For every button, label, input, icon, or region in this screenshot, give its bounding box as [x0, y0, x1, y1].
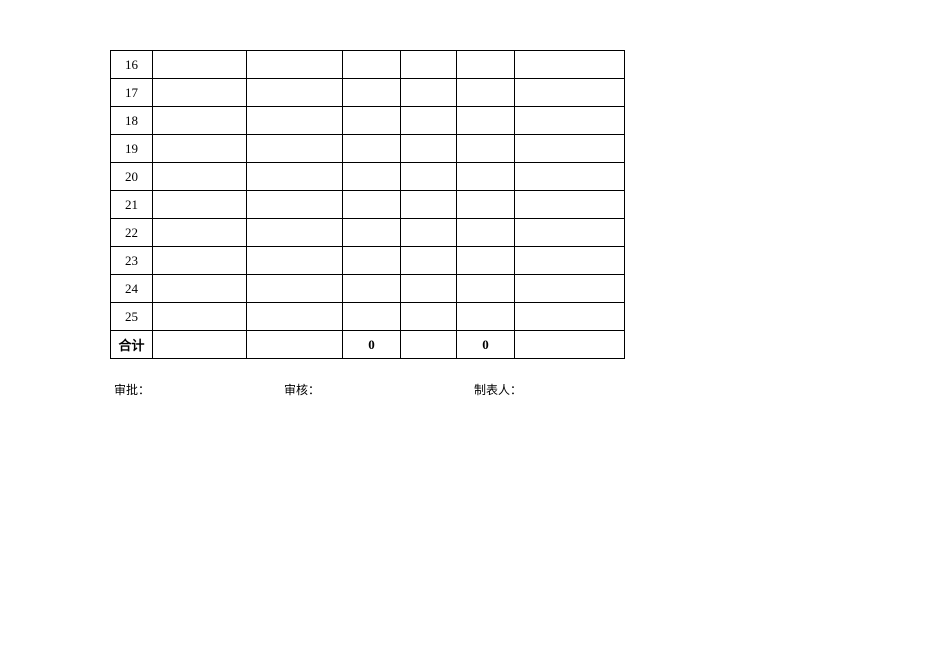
- cell: [247, 163, 343, 191]
- cell: [515, 303, 625, 331]
- signature-preparer-label: 制表人：: [474, 381, 522, 398]
- cell: [247, 107, 343, 135]
- cell: [401, 219, 457, 247]
- table-row: 16: [111, 51, 625, 79]
- cell: [457, 51, 515, 79]
- cell: [343, 303, 401, 331]
- cell: [515, 79, 625, 107]
- cell: [457, 303, 515, 331]
- cell-index: 17: [111, 79, 153, 107]
- cell: [153, 191, 247, 219]
- cell: [247, 79, 343, 107]
- cell: [401, 303, 457, 331]
- cell: [401, 79, 457, 107]
- table-row: 23: [111, 247, 625, 275]
- cell: [343, 163, 401, 191]
- signature-review-label: 审核：: [284, 381, 474, 398]
- cell-index: 22: [111, 219, 153, 247]
- cell: [515, 275, 625, 303]
- cell: [515, 51, 625, 79]
- cell: [247, 135, 343, 163]
- cell-index: 16: [111, 51, 153, 79]
- cell: [343, 107, 401, 135]
- cell: [153, 51, 247, 79]
- cell: [153, 107, 247, 135]
- cell: [457, 219, 515, 247]
- cell: [401, 163, 457, 191]
- table-body: 16 17 18: [111, 51, 625, 359]
- table-row-total: 合计 0 0: [111, 331, 625, 359]
- cell: [515, 219, 625, 247]
- cell: [343, 135, 401, 163]
- cell: [401, 191, 457, 219]
- cell: [457, 247, 515, 275]
- cell: [401, 275, 457, 303]
- total-value: 0: [343, 331, 401, 359]
- table-row: 22: [111, 219, 625, 247]
- cell: [457, 163, 515, 191]
- signature-approve-label: 审批：: [114, 381, 284, 398]
- total-value: 0: [457, 331, 515, 359]
- cell: [401, 331, 457, 359]
- cell: [401, 107, 457, 135]
- cell: [247, 191, 343, 219]
- total-label: 合计: [111, 331, 153, 359]
- cell: [515, 331, 625, 359]
- cell: [247, 51, 343, 79]
- cell: [153, 303, 247, 331]
- table-row: 18: [111, 107, 625, 135]
- cell-index: 19: [111, 135, 153, 163]
- cell: [247, 331, 343, 359]
- cell: [457, 135, 515, 163]
- cell-index: 21: [111, 191, 153, 219]
- table-row: 17: [111, 79, 625, 107]
- cell: [401, 135, 457, 163]
- cell-index: 20: [111, 163, 153, 191]
- cell: [343, 191, 401, 219]
- cell: [153, 331, 247, 359]
- data-table: 16 17 18: [110, 50, 625, 359]
- cell: [343, 247, 401, 275]
- cell: [515, 163, 625, 191]
- cell: [153, 135, 247, 163]
- cell: [153, 275, 247, 303]
- cell-index: 24: [111, 275, 153, 303]
- cell: [457, 191, 515, 219]
- cell: [343, 219, 401, 247]
- cell-index: 25: [111, 303, 153, 331]
- table-row: 21: [111, 191, 625, 219]
- cell: [153, 219, 247, 247]
- cell: [247, 219, 343, 247]
- cell: [343, 51, 401, 79]
- cell: [343, 275, 401, 303]
- table-row: 24: [111, 275, 625, 303]
- cell: [153, 79, 247, 107]
- cell: [457, 79, 515, 107]
- cell-index: 23: [111, 247, 153, 275]
- cell: [153, 247, 247, 275]
- cell: [457, 275, 515, 303]
- cell: [401, 51, 457, 79]
- cell: [247, 275, 343, 303]
- cell: [401, 247, 457, 275]
- cell: [457, 107, 515, 135]
- cell: [153, 163, 247, 191]
- cell: [515, 191, 625, 219]
- cell-index: 18: [111, 107, 153, 135]
- cell: [343, 79, 401, 107]
- cell: [515, 135, 625, 163]
- signature-row: 审批： 审核： 制表人：: [110, 381, 945, 398]
- cell: [247, 303, 343, 331]
- cell: [247, 247, 343, 275]
- table-row: 25: [111, 303, 625, 331]
- table-row: 19: [111, 135, 625, 163]
- cell: [515, 107, 625, 135]
- table-row: 20: [111, 163, 625, 191]
- cell: [515, 247, 625, 275]
